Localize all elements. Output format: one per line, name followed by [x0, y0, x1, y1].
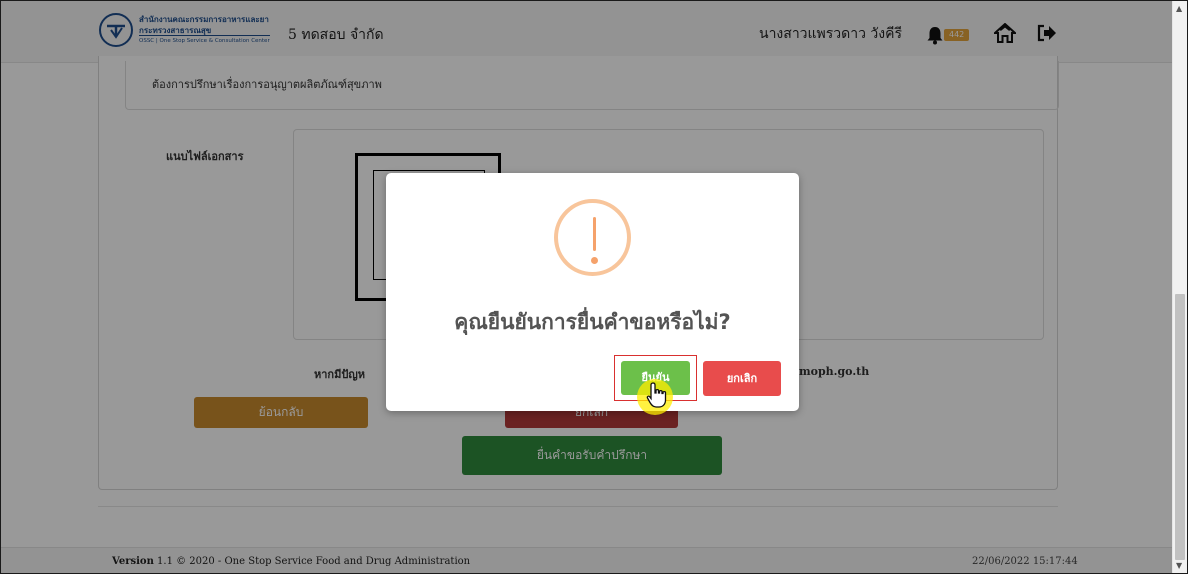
scroll-up-arrow-icon[interactable]: ▲	[1176, 4, 1182, 13]
vertical-scrollbar[interactable]: ▲ ▼	[1172, 1, 1187, 573]
scroll-thumb[interactable]	[1175, 294, 1185, 560]
hand-pointer-icon	[645, 381, 669, 409]
scroll-down-arrow-icon[interactable]: ▼	[1176, 561, 1182, 570]
dialog-title: คุณยืนยันการยื่นคำขอหรือไม่?	[454, 310, 731, 334]
warning-icon-dot	[591, 257, 598, 264]
dialog-cancel-button[interactable]: ยกเลิก	[703, 361, 781, 396]
warning-icon	[554, 199, 631, 276]
warning-icon-bar	[593, 217, 596, 251]
confirm-dialog: คุณยืนยันการยื่นคำขอหรือไม่? ยืนยัน ยกเล…	[386, 173, 799, 411]
browser-viewport: สำนักงานคณะกรรมการอาหารและยา กระทรวงสาธา…	[0, 0, 1188, 574]
